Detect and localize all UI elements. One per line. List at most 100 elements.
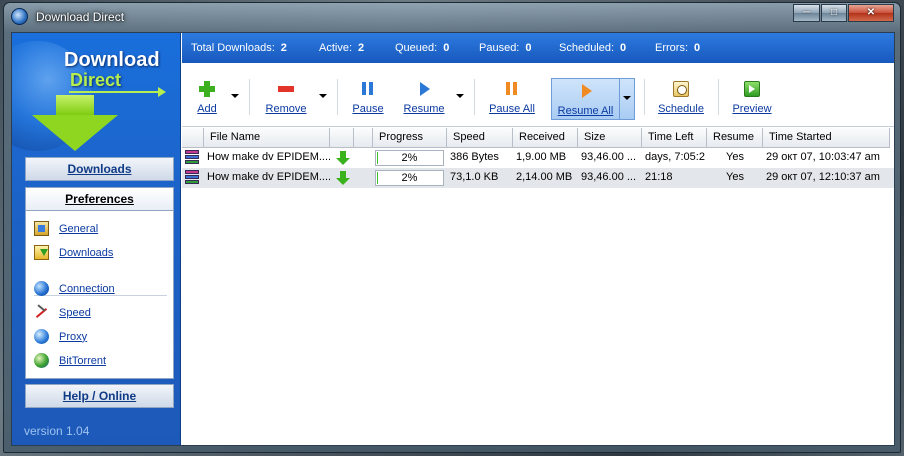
pause-all-icon — [504, 81, 520, 97]
progress-text: 2% — [401, 172, 418, 184]
resume-all-label: Resume All — [557, 105, 614, 117]
column-header-time-left[interactable]: Time Left — [642, 128, 707, 148]
logo-download-arrow-stem — [56, 95, 94, 115]
file-name-cell: How make dv EPIDEM.... — [207, 171, 330, 183]
time-left-cell: 21:18 — [645, 171, 673, 183]
sidebar-item-proxy[interactable]: Proxy — [34, 329, 87, 344]
speed-icon — [34, 305, 49, 320]
column-header-file-name[interactable]: File Name — [204, 128, 330, 148]
table-row[interactable]: How make dv EPIDEM.... 2% 73,1.0 KB 2,14… — [182, 168, 894, 188]
logo-arrow-icon — [158, 87, 166, 97]
pause-button[interactable]: Pause — [350, 77, 386, 119]
sidebar-item-bittorrent[interactable]: BitTorrent — [34, 353, 106, 368]
schedule-label: Schedule — [658, 103, 704, 115]
toolbar-separator — [474, 79, 475, 115]
resume-button[interactable]: Resume — [401, 77, 447, 119]
sidebar-item-label: Downloads — [59, 246, 114, 259]
progress-bar: 2% — [375, 170, 444, 186]
resume-all-button[interactable]: Resume All — [551, 78, 620, 120]
preview-label: Preview — [732, 103, 772, 115]
column-header-speed[interactable]: Speed — [447, 128, 513, 148]
window-controls: ─ □ ✕ — [793, 4, 894, 22]
progress-bar: 2% — [375, 150, 444, 166]
file-name-cell: How make dv EPIDEM.... — [207, 151, 330, 163]
maximize-icon[interactable]: □ — [821, 4, 847, 22]
received-cell: 1,9.00 MB — [516, 151, 567, 163]
logo-download-arrow-icon — [32, 115, 118, 151]
pause-all-label: Pause All — [489, 103, 535, 115]
time-left-cell: days, 7:05:2 — [645, 151, 705, 163]
minimize-icon[interactable]: ─ — [793, 4, 820, 22]
sidebar-downloads-button[interactable]: Downloads — [25, 157, 174, 181]
resume-cell: Yes — [726, 171, 744, 183]
resume-label: Resume — [403, 103, 445, 115]
client-area: Download Direct Downloads Preferences Ge… — [11, 32, 895, 446]
size-cell: 93,46.00 ... — [581, 151, 637, 163]
sidebar: Download Direct Downloads Preferences Ge… — [12, 33, 181, 445]
sidebar-item-connection[interactable]: Connection — [34, 281, 115, 296]
preferences-panel: General Downloads Connection Speed Proxy… — [25, 211, 174, 379]
column-header-icon[interactable] — [182, 128, 204, 148]
version-label: version 1.04 — [24, 424, 90, 438]
status-cell — [330, 148, 354, 168]
title-bar[interactable]: Download Direct ─ □ ✕ — [4, 3, 900, 31]
stat-queued: Queued: 0 — [395, 42, 450, 54]
remove-dropdown-icon[interactable] — [319, 94, 327, 98]
download-folder-icon — [34, 245, 49, 260]
bittorrent-icon — [34, 353, 49, 368]
sidebar-item-general[interactable]: General — [34, 221, 98, 236]
column-header-blank[interactable] — [354, 128, 373, 148]
app-globe-icon — [11, 8, 28, 25]
remove-label: Remove — [265, 103, 307, 115]
progress-cell: 2% — [373, 148, 447, 168]
preview-button[interactable]: Preview — [729, 77, 775, 119]
sidebar-item-downloads[interactable]: Downloads — [34, 245, 113, 260]
resume-all-dropdown-button[interactable] — [620, 78, 635, 120]
column-header-resume[interactable]: Resume — [707, 128, 763, 148]
status-cell — [330, 168, 354, 188]
sidebar-preferences-button[interactable]: Preferences — [25, 187, 174, 211]
column-header-status[interactable] — [330, 128, 354, 148]
sidebar-item-label: BitTorrent — [59, 354, 107, 367]
resume-all-icon — [578, 83, 594, 99]
toolbar-separator — [249, 79, 250, 115]
column-header-progress[interactable]: Progress — [373, 128, 447, 148]
size-cell: 93,46.00 ... — [581, 171, 637, 183]
logo-arrow-line — [69, 91, 161, 93]
stat-scheduled: Scheduled: 0 — [559, 42, 627, 54]
stat-paused: Paused: 0 — [479, 42, 532, 54]
column-header-received[interactable]: Received — [513, 128, 578, 148]
downloading-arrow-icon — [336, 171, 350, 185]
logo-word-direct: Direct — [70, 70, 122, 90]
toolbar-separator — [718, 79, 719, 115]
add-icon — [199, 81, 215, 97]
toolbar: Add Remove Pause Resume Pause All Resume… — [182, 63, 894, 127]
proxy-globe-icon — [34, 329, 49, 344]
sidebar-help-button[interactable]: Help / Online — [25, 384, 174, 408]
settings-icon — [34, 221, 49, 236]
stat-active: Active: 2 — [319, 42, 365, 54]
speed-cell: 386 Bytes — [450, 151, 499, 163]
column-header-time-started[interactable]: Time Started — [763, 128, 890, 148]
remove-button[interactable]: Remove — [264, 77, 308, 119]
resume-dropdown-icon[interactable] — [456, 94, 464, 98]
resume-cell: Yes — [726, 151, 744, 163]
close-icon[interactable]: ✕ — [848, 4, 894, 22]
add-button[interactable]: Add — [194, 77, 220, 119]
column-header-size[interactable]: Size — [578, 128, 642, 148]
sidebar-item-label: Proxy — [59, 330, 88, 343]
toolbar-separator — [337, 79, 338, 115]
add-dropdown-icon[interactable] — [231, 94, 239, 98]
preview-icon — [744, 81, 760, 97]
table-row[interactable]: How make dv EPIDEM.... 2% 386 Bytes 1,9.… — [182, 148, 894, 168]
schedule-button[interactable]: Schedule — [656, 77, 706, 119]
resume-icon — [416, 81, 432, 97]
downloading-arrow-icon — [336, 151, 350, 165]
sidebar-item-label: Speed — [59, 306, 91, 319]
add-label: Add — [197, 103, 217, 115]
pause-label: Pause — [352, 103, 384, 115]
sidebar-item-speed[interactable]: Speed — [34, 305, 91, 320]
downloads-table: File Name Progress Speed Received Size T… — [182, 128, 894, 445]
pause-all-button[interactable]: Pause All — [486, 77, 538, 119]
clock-icon — [673, 81, 689, 97]
